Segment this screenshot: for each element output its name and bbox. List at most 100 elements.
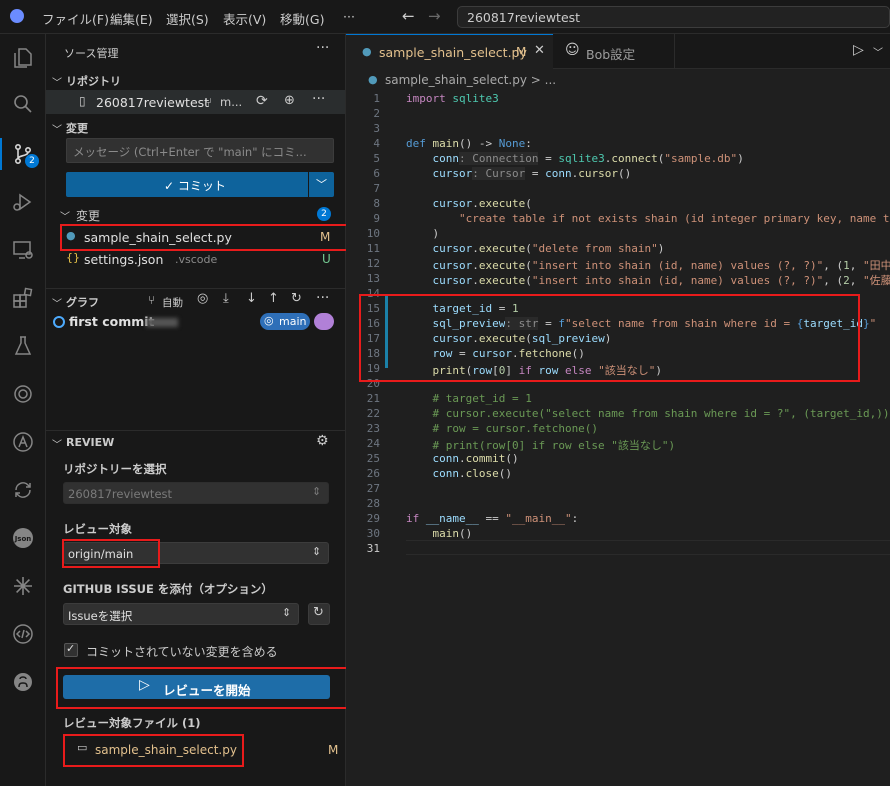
changes-group-label[interactable]: 変更 (76, 207, 100, 224)
json-icon[interactable]: Json (0, 518, 46, 558)
tab1-status: M (516, 45, 527, 59)
command-center-text: 260817reviewtest (467, 10, 581, 25)
issue-refresh-button[interactable]: ↻ (308, 603, 330, 625)
line-number: 29 (366, 512, 380, 525)
svg-text:Json: Json (14, 535, 32, 543)
refresh-icon: ↻ (313, 605, 324, 620)
sync-changes-icon[interactable]: ⟳ (256, 93, 268, 109)
refresh-icon[interactable]: ↻ (291, 291, 302, 306)
line-number: 26 (366, 467, 380, 480)
repositories-header[interactable]: リポジトリ (66, 73, 121, 89)
fetch-icon[interactable]: ⤓ (223, 291, 229, 306)
code-line: conn.commit() (432, 452, 519, 465)
chevron-down-icon: ﹀ (316, 178, 327, 191)
graph-chevron-icon[interactable]: ﹀ (52, 295, 62, 310)
select-arrows-icon: ⇕ (282, 606, 292, 619)
commit-message[interactable]: first commit (69, 314, 155, 329)
select-arrows-icon: ⇕ (312, 485, 322, 498)
code-line: # row = cursor.fetchone() (406, 422, 599, 435)
issue-select[interactable]: Issueを選択 ⇕ (63, 603, 299, 625)
search-icon[interactable] (0, 84, 46, 124)
command-center[interactable]: 260817reviewtest (457, 6, 890, 28)
code-editor[interactable]: ● sample_shain_select.py > ... 123456789… (346, 69, 890, 786)
refresh-cycle-icon[interactable] (0, 470, 46, 510)
repo-select-label: リポジトリーを選択 (63, 462, 167, 476)
graph-header[interactable]: グラフ (66, 294, 99, 310)
highlight-box (56, 667, 348, 709)
changes-header[interactable]: 変更 (66, 120, 88, 136)
uncommitted-checkbox[interactable]: ✓ (64, 642, 78, 657)
commit-dropdown-button[interactable]: ﹀ (309, 172, 334, 197)
sparkle-icon[interactable] (0, 566, 46, 606)
menu-edit[interactable]: 編集(E) (110, 9, 153, 28)
line-number: 28 (366, 497, 380, 510)
run-debug-icon[interactable] (0, 182, 46, 222)
code-line: # print(row[0] if row else "該当なし") (406, 439, 676, 452)
line-number: 4 (373, 137, 380, 150)
code-line: def main() -> None: (406, 137, 532, 150)
testing-flask-icon[interactable] (0, 326, 46, 366)
menu-file[interactable]: ファイル(F) (42, 9, 109, 28)
chevron-down-icon[interactable]: ﹀ (52, 74, 62, 89)
sidebar-more-icon[interactable]: ··· (316, 40, 329, 56)
menu-more[interactable]: ··· (343, 9, 355, 24)
changes-chevron-icon[interactable]: ﹀ (52, 121, 62, 136)
explorer-icon[interactable] (0, 38, 46, 78)
review-header[interactable]: REVIEW (66, 436, 114, 449)
sidebar-title: ソース管理 (64, 47, 119, 60)
graph-more-icon[interactable]: ··· (316, 290, 329, 306)
sync-icon[interactable] (0, 374, 46, 414)
push-icon[interactable]: ↑ (268, 291, 279, 306)
bob-assistant-icon[interactable] (0, 422, 46, 462)
highlight-box (62, 539, 160, 568)
changed-file-row[interactable]: {} settings.json .vscode U (60, 248, 344, 270)
create-branch-icon[interactable]: ⊕ (284, 93, 295, 108)
github-icon[interactable] (0, 662, 46, 702)
commit-node-icon (53, 316, 65, 328)
breadcrumb[interactable]: sample_shain_select.py > ... (385, 73, 556, 87)
commit-button-label: ✓ コミット (164, 179, 226, 193)
back-arrow-icon[interactable]: ← (402, 7, 415, 25)
tab-bob-settings[interactable]: ☺ Bob設定 (553, 34, 675, 69)
line-number: 6 (373, 167, 380, 180)
repo-select[interactable]: 260817reviewtest ⇕ (63, 482, 329, 504)
pull-icon[interactable]: ↓ (246, 291, 257, 306)
line-number: 11 (366, 242, 380, 255)
menu-selection[interactable]: 選択(S) (166, 9, 209, 28)
graph-auto-label[interactable]: 自動 (162, 295, 183, 310)
menu-go[interactable]: 移動(G) (280, 9, 324, 28)
remote-explorer-icon[interactable] (0, 230, 46, 270)
code-line: cursor: Cursor = conn.cursor() (432, 167, 632, 180)
line-number: 21 (366, 392, 380, 405)
repo-branch[interactable]: m... (220, 95, 242, 109)
activity-bar: 2 Json (0, 34, 46, 786)
commit-message-input[interactable]: メッセージ (Ctrl+Enter で "main" にコミ... (66, 138, 334, 163)
code-line: main() (432, 527, 473, 540)
target-icon[interactable]: ◎ (197, 291, 208, 306)
title-bar: ファイル(F) 編集(E) 選択(S) 表示(V) 移動(G) ··· ← → … (0, 0, 890, 34)
commit-button[interactable]: ✓ コミット (66, 172, 308, 197)
close-icon[interactable]: ✕ (534, 43, 545, 58)
review-chevron-icon[interactable]: ﹀ (52, 436, 62, 451)
branch-filter-icon[interactable]: ⑂ (148, 293, 155, 307)
branch-icon: ⑂ (205, 95, 213, 109)
forward-arrow-icon[interactable]: → (428, 7, 441, 25)
code-tag-icon[interactable] (0, 614, 46, 654)
menu-view[interactable]: 表示(V) (223, 9, 266, 28)
changes-group-chevron-icon[interactable]: ﹀ (60, 208, 70, 223)
repo-more-icon[interactable]: ··· (312, 91, 325, 107)
divider (46, 430, 345, 431)
tab-sample-shain-select[interactable]: ● sample_shain_select.py M ✕ (346, 34, 553, 69)
highlight-box (63, 734, 244, 767)
run-dropdown-icon[interactable]: ﹀ (873, 44, 883, 59)
line-number: 27 (366, 482, 380, 495)
source-control-icon[interactable]: 2 (0, 134, 46, 174)
repo-select-value: 260817reviewtest (68, 487, 173, 501)
checkmark-icon: ✓ (66, 642, 76, 655)
file-status-untracked: U (322, 252, 331, 266)
run-file-icon[interactable]: ▷ (853, 42, 864, 58)
repo-icon: ▯ (79, 94, 86, 108)
extensions-icon[interactable] (0, 278, 46, 318)
divider (46, 288, 345, 289)
gear-icon[interactable]: ⚙ (316, 433, 329, 449)
